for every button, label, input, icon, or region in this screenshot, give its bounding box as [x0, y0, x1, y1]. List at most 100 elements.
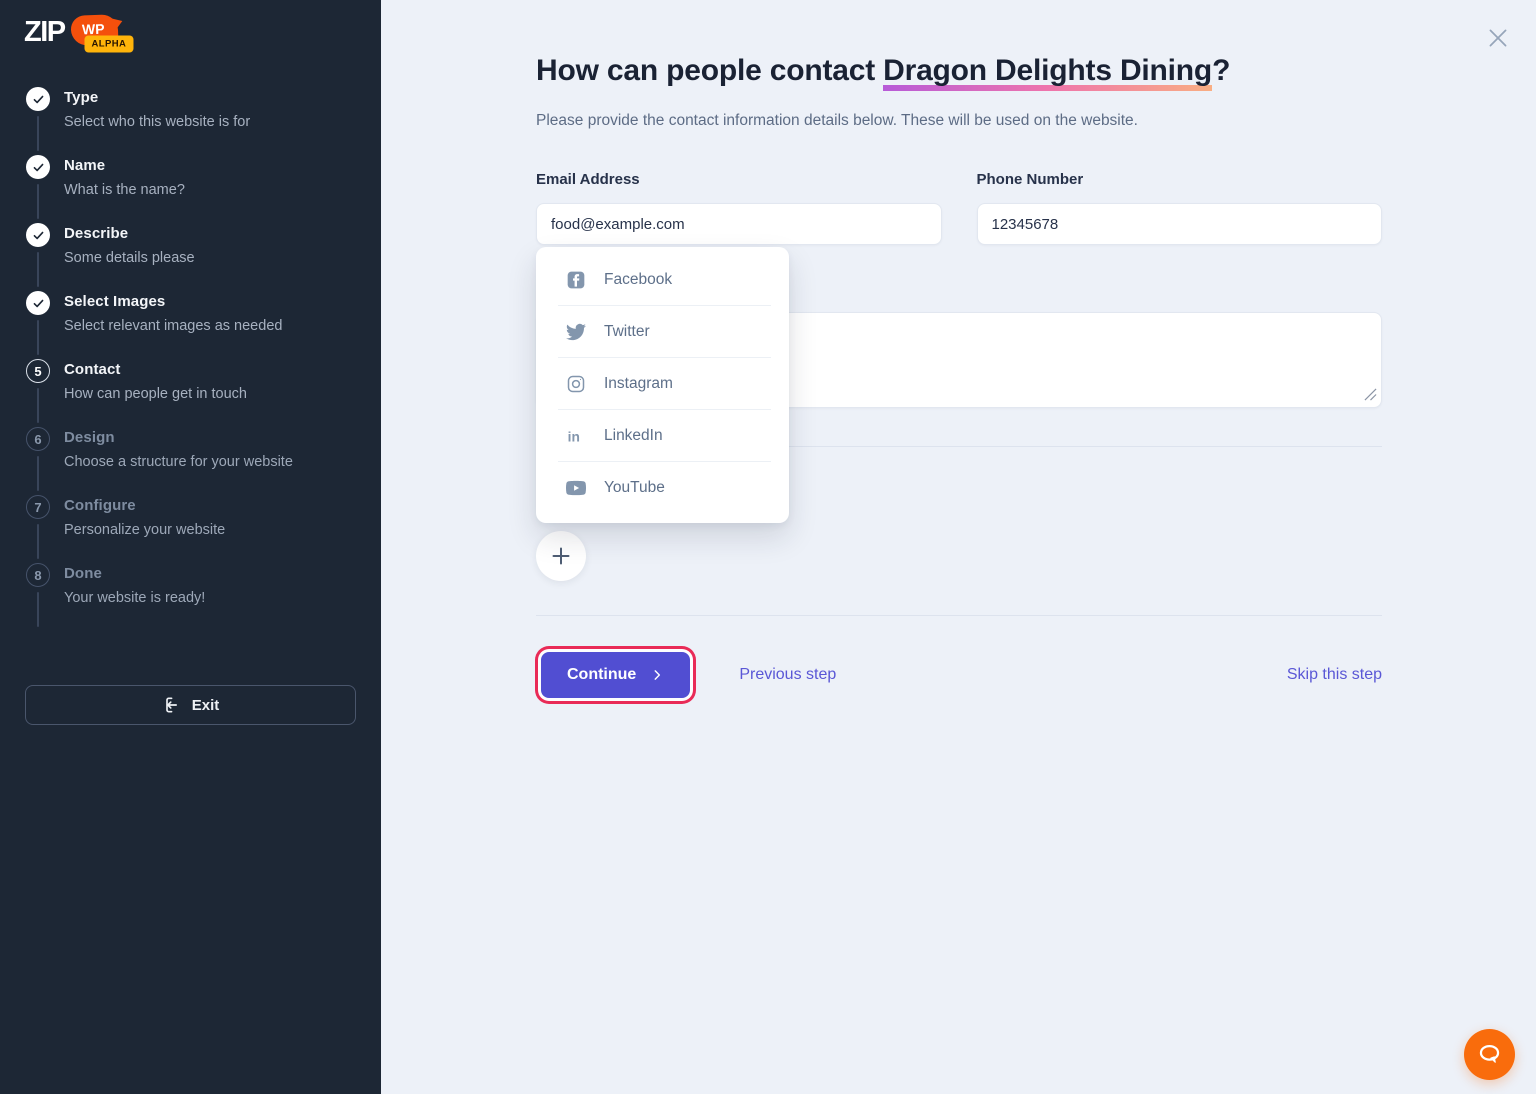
step-subtitle: Some details please: [64, 249, 195, 267]
step-title: Describe: [64, 225, 195, 242]
step-item-name: 2 Name What is the name?: [26, 155, 358, 223]
chat-bubble-icon: [1476, 1041, 1503, 1068]
social-menu-item-label: YouTube: [604, 479, 665, 497]
email-input[interactable]: [536, 203, 942, 245]
step-rail: 7: [26, 495, 50, 563]
check-icon: [32, 161, 45, 174]
instagram-icon: [566, 374, 586, 394]
step-rail: 1: [26, 87, 50, 155]
social-menu-item-linkedin[interactable]: in LinkedIn: [536, 410, 789, 461]
logo-alpha-badge: ALPHA: [84, 35, 133, 52]
step-circle: 5: [26, 359, 50, 383]
social-menu-item-label: Twitter: [604, 323, 650, 341]
step-circle: 7: [26, 495, 50, 519]
youtube-icon: [566, 478, 586, 498]
social-network-dropdown: Facebook Twitter Instagram in LinkedIn Y…: [536, 247, 789, 523]
step-number: 8: [34, 568, 41, 583]
plus-icon: [549, 544, 573, 568]
step-number: 6: [34, 432, 41, 447]
step-circle: 3: [26, 223, 50, 247]
step-item-type: 1 Type Select who this website is for: [26, 87, 358, 155]
step-connector: [37, 320, 39, 355]
step-title: Done: [64, 565, 205, 582]
step-connector: [37, 456, 39, 491]
wizard-sidebar: ZIP WP ALPHA 1 Type Select who this webs…: [0, 0, 381, 1094]
check-icon: [32, 229, 45, 242]
step-rail: 6: [26, 427, 50, 495]
step-title: Configure: [64, 497, 225, 514]
step-subtitle: What is the name?: [64, 181, 185, 199]
check-icon: [32, 297, 45, 310]
logo-wp-flame-badge: WP ALPHA: [70, 14, 118, 46]
step-subtitle: Choose a structure for your website: [64, 453, 293, 471]
chevron-right-icon: [650, 668, 664, 682]
phone-input[interactable]: [977, 203, 1383, 245]
linkedin-icon: in: [566, 426, 586, 446]
logo-zip-text: ZIP: [24, 14, 65, 50]
step-rail: 5: [26, 359, 50, 427]
social-menu-item-youtube[interactable]: YouTube: [536, 462, 789, 513]
step-subtitle: Select relevant images as needed: [64, 317, 282, 335]
step-rail: 3: [26, 223, 50, 291]
page-subtitle: Please provide the contact information d…: [536, 111, 1382, 131]
social-menu-item-twitter[interactable]: Twitter: [536, 306, 789, 357]
chat-widget-button[interactable]: [1464, 1029, 1515, 1080]
step-circle: 1: [26, 87, 50, 111]
exit-button[interactable]: Exit: [25, 685, 356, 725]
social-menu-item-label: Facebook: [604, 271, 672, 289]
step-subtitle: How can people get in touch: [64, 385, 247, 403]
add-social-link-button[interactable]: [536, 531, 586, 581]
social-menu-item-instagram[interactable]: Instagram: [536, 358, 789, 409]
step-title: Select Images: [64, 293, 282, 310]
exit-label: Exit: [192, 697, 220, 714]
social-menu-item-facebook[interactable]: Facebook: [536, 254, 789, 305]
step-subtitle: Select who this website is for: [64, 113, 250, 131]
step-connector: [37, 524, 39, 559]
step-item-select-images: 4 Select Images Select relevant images a…: [26, 291, 358, 359]
step-subtitle: Personalize your website: [64, 521, 225, 539]
step-rail: 8: [26, 563, 50, 631]
step-circle: 2: [26, 155, 50, 179]
step-connector: [37, 252, 39, 287]
step-title: Type: [64, 89, 250, 106]
wizard-main-panel: How can people contact Dragon Delights D…: [381, 0, 1536, 1094]
page-title: How can people contact Dragon Delights D…: [536, 52, 1382, 90]
step-circle: 8: [26, 563, 50, 587]
step-item-done: 8 Done Your website is ready!: [26, 563, 358, 631]
step-circle: 4: [26, 291, 50, 315]
step-item-configure: 7 Configure Personalize your website: [26, 495, 358, 563]
contact-form: How can people contact Dragon Delights D…: [536, 0, 1382, 698]
svg-text:in: in: [568, 429, 580, 444]
phone-label: Phone Number: [977, 171, 1383, 189]
check-icon: [32, 93, 45, 106]
site-name-highlight: Dragon Delights Dining: [883, 54, 1212, 91]
facebook-icon: [566, 270, 586, 290]
step-rail: 2: [26, 155, 50, 223]
section-divider: [536, 615, 1382, 616]
step-rail: 4: [26, 291, 50, 359]
step-connector: [37, 116, 39, 151]
step-title: Name: [64, 157, 185, 174]
step-connector: [37, 184, 39, 219]
step-title: Contact: [64, 361, 247, 378]
twitter-icon: [566, 322, 586, 342]
step-item-describe: 3 Describe Some details please: [26, 223, 358, 291]
step-number: 5: [34, 364, 41, 379]
step-subtitle: Your website is ready!: [64, 589, 205, 607]
step-number: 7: [34, 500, 41, 515]
continue-button[interactable]: Continue: [541, 652, 690, 698]
social-menu-item-label: Instagram: [604, 375, 673, 393]
wizard-steps: 1 Type Select who this website is for 2: [26, 87, 358, 631]
step-connector: [37, 388, 39, 423]
close-button[interactable]: [1485, 25, 1511, 51]
step-item-contact: 5 Contact How can people get in touch: [26, 359, 358, 427]
exit-icon: [162, 695, 182, 715]
zipwp-logo: ZIP WP ALPHA: [24, 14, 117, 50]
social-menu-item-label: LinkedIn: [604, 427, 663, 445]
step-connector: [37, 592, 39, 627]
previous-step-link[interactable]: Previous step: [739, 666, 836, 684]
skip-this-step-link[interactable]: Skip this step: [1287, 666, 1382, 684]
step-title: Design: [64, 429, 293, 446]
close-icon: [1485, 25, 1511, 51]
step-circle: 6: [26, 427, 50, 451]
